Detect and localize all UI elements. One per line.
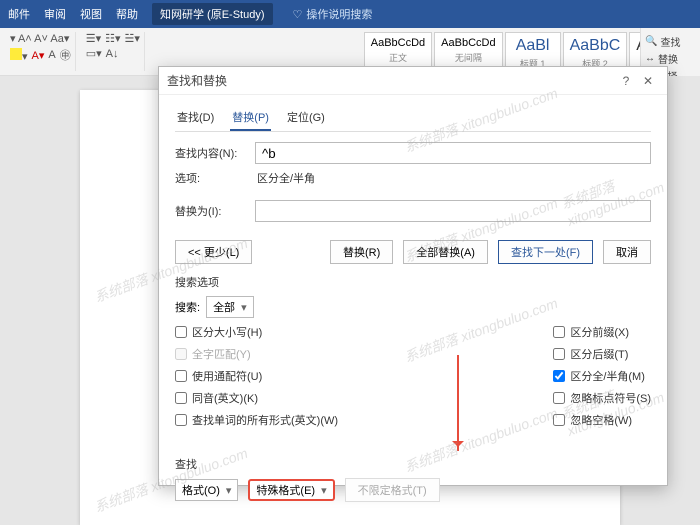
- check-wildcards[interactable]: 使用通配符(U): [175, 368, 338, 384]
- chevron-down-icon: ▾: [226, 484, 232, 497]
- no-formatting-button: 不限定格式(T): [345, 478, 440, 502]
- check-ignore-punct[interactable]: 忽略标点符号(S): [553, 390, 651, 406]
- find-what-label: 查找内容(N):: [175, 145, 247, 161]
- help-icon[interactable]: ?: [615, 74, 637, 88]
- replace-icon: ↔: [645, 53, 655, 64]
- tab-find[interactable]: 查找(D): [175, 105, 216, 131]
- check-prefix[interactable]: 区分前缀(X): [553, 324, 651, 340]
- menu-estudy[interactable]: 知网研学 (原E-Study): [152, 3, 273, 25]
- tell-me-search[interactable]: ♡ 操作说明搜索: [293, 6, 373, 22]
- replace-with-input[interactable]: [255, 200, 651, 222]
- menu-mail[interactable]: 邮件: [8, 6, 30, 22]
- replace-command[interactable]: ↔替换: [645, 51, 696, 66]
- highlight-color[interactable]: ▾: [10, 48, 28, 63]
- search-direction-label: 搜索:: [175, 299, 200, 315]
- search-options-label: 搜索选项: [175, 274, 651, 290]
- find-replace-dialog: 查找和替换 ? ✕ 查找(D) 替换(P) 定位(G) 查找内容(N): 选项:…: [158, 66, 668, 486]
- borders-icon[interactable]: ▭▾: [86, 47, 102, 60]
- enclose-char[interactable]: ㊥: [60, 47, 71, 63]
- tab-goto[interactable]: 定位(G): [285, 105, 327, 131]
- check-match-case[interactable]: 区分大小写(H): [175, 324, 338, 340]
- tab-replace[interactable]: 替换(P): [230, 105, 271, 131]
- multilevel-icon[interactable]: ☱▾: [125, 32, 140, 45]
- paragraph-group: ☰▾ ☷▾ ☱▾ ▭▾ A↓: [82, 32, 145, 71]
- check-whole-word: 全字匹配(Y): [175, 346, 338, 362]
- menu-help[interactable]: 帮助: [116, 6, 138, 22]
- close-icon[interactable]: ✕: [637, 74, 659, 88]
- dialog-title: 查找和替换: [167, 72, 227, 89]
- check-ignore-space[interactable]: 忽略空格(W): [553, 412, 651, 428]
- lightbulb-icon: ♡: [293, 8, 303, 21]
- check-full-half-width[interactable]: 区分全/半角(M): [553, 368, 651, 384]
- menu-view[interactable]: 视图: [80, 6, 102, 22]
- cancel-button[interactable]: 取消: [603, 240, 651, 264]
- annotation-arrow: [457, 355, 459, 451]
- find-what-input[interactable]: [255, 142, 651, 164]
- special-format-button[interactable]: 特殊格式(E)▾: [248, 479, 334, 501]
- find-section-label: 查找: [175, 456, 651, 472]
- options-value: 区分全/半角: [255, 170, 315, 186]
- font-group: ▾ A˄ A˅ Aa▾ ▾ A▾ A ㊥: [6, 32, 76, 71]
- chevron-down-icon: ▾: [241, 301, 247, 314]
- replace-button[interactable]: 替换(R): [330, 240, 393, 264]
- window-titlebar: 邮件 审阅 视图 帮助 知网研学 (原E-Study) ♡ 操作说明搜索: [0, 0, 700, 28]
- check-suffix[interactable]: 区分后缀(T): [553, 346, 651, 362]
- options-label: 选项:: [175, 170, 247, 186]
- search-icon: 🔍: [645, 36, 657, 47]
- find-next-button[interactable]: 查找下一处(F): [498, 240, 593, 264]
- sort-icon[interactable]: A↓: [106, 48, 119, 60]
- bullets-icon[interactable]: ☰▾: [86, 32, 101, 45]
- char-shading[interactable]: A: [48, 49, 55, 61]
- menu-review[interactable]: 审阅: [44, 6, 66, 22]
- chevron-down-icon: ▾: [321, 484, 327, 497]
- find-command[interactable]: 🔍查找: [645, 34, 696, 49]
- search-direction-combo[interactable]: 全部▾: [206, 296, 254, 318]
- checks-right-column: 区分前缀(X) 区分后缀(T) 区分全/半角(M) 忽略标点符号(S) 忽略空格…: [553, 324, 651, 428]
- font-color[interactable]: A▾: [32, 49, 45, 62]
- dialog-tabs: 查找(D) 替换(P) 定位(G): [175, 105, 651, 132]
- check-word-forms[interactable]: 查找单词的所有形式(英文)(W): [175, 412, 338, 428]
- replace-with-label: 替换为(I):: [175, 203, 247, 219]
- font-size-combo[interactable]: ▾ A˄ A˅ Aa▾: [10, 32, 69, 45]
- less-button[interactable]: << 更少(L): [175, 240, 252, 264]
- check-sounds-like[interactable]: 同音(英文)(K): [175, 390, 338, 406]
- format-button[interactable]: 格式(O)▾: [175, 479, 238, 501]
- checks-left-column: 区分大小写(H) 全字匹配(Y) 使用通配符(U) 同音(英文)(K) 查找单词…: [175, 324, 338, 428]
- replace-all-button[interactable]: 全部替换(A): [403, 240, 488, 264]
- numbering-icon[interactable]: ☷▾: [105, 32, 120, 45]
